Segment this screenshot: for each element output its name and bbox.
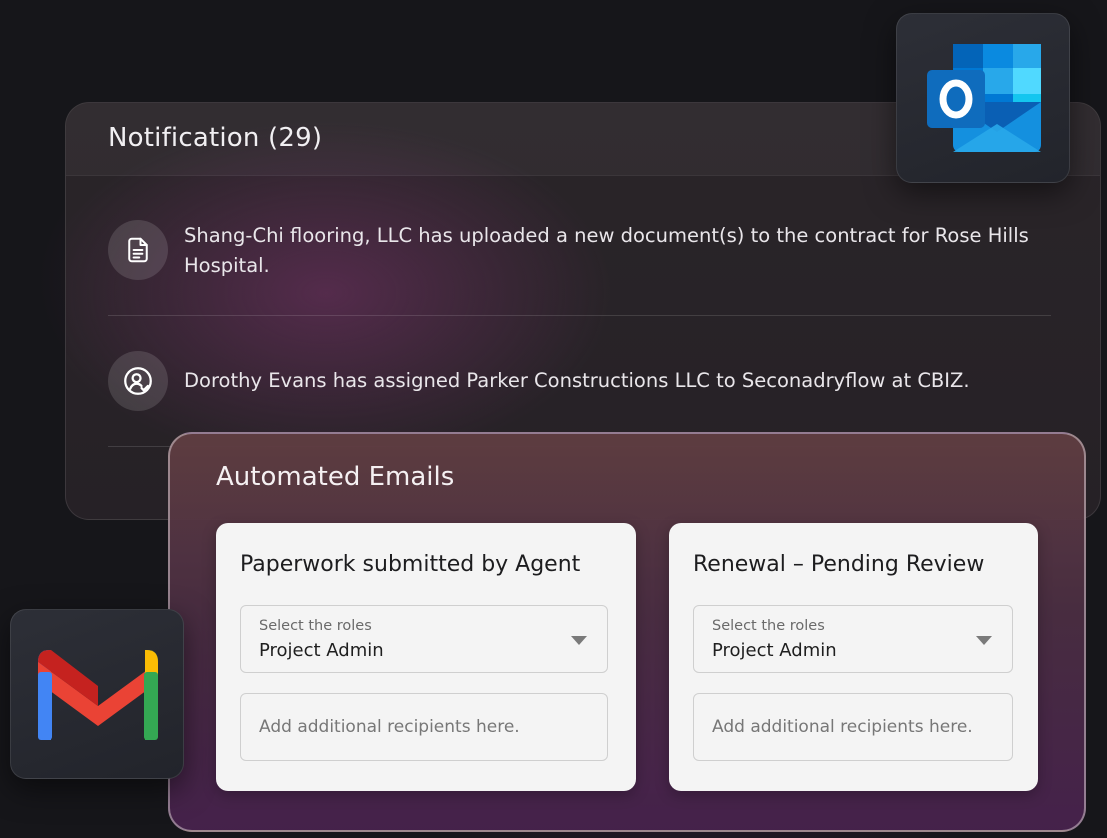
notification-text: Shang-Chi flooring, LLC has uploaded a n… bbox=[184, 224, 1029, 277]
automated-emails-title: Automated Emails bbox=[216, 462, 455, 492]
chevron-down-icon bbox=[976, 636, 992, 645]
outlook-app-tile[interactable] bbox=[896, 13, 1070, 183]
card-title: Renewal – Pending Review bbox=[693, 552, 985, 577]
select-value: Project Admin bbox=[259, 640, 384, 661]
user-assign-icon bbox=[108, 351, 168, 411]
gmail-logo-icon bbox=[38, 650, 158, 740]
recipients-input[interactable] bbox=[693, 693, 1013, 761]
email-card-paperwork: Paperwork submitted by Agent Select the … bbox=[216, 523, 636, 791]
card-title: Paperwork submitted by Agent bbox=[240, 552, 581, 577]
notification-item[interactable]: Dorothy Evans has assigned Parker Constr… bbox=[108, 351, 1051, 413]
outlook-logo-icon bbox=[927, 44, 1041, 152]
document-icon bbox=[108, 220, 168, 280]
select-label: Select the roles bbox=[712, 618, 825, 634]
notification-divider bbox=[108, 315, 1051, 316]
notification-text: Dorothy Evans has assigned Parker Constr… bbox=[184, 369, 970, 392]
select-label: Select the roles bbox=[259, 618, 372, 634]
chevron-down-icon bbox=[571, 636, 587, 645]
roles-select[interactable]: Select the roles Project Admin bbox=[240, 605, 608, 673]
automated-emails-panel: Automated Emails Paperwork submitted by … bbox=[168, 432, 1086, 832]
email-card-renewal: Renewal – Pending Review Select the role… bbox=[669, 523, 1038, 791]
notification-item[interactable]: Shang-Chi flooring, LLC has uploaded a n… bbox=[108, 220, 1051, 285]
select-value: Project Admin bbox=[712, 640, 837, 661]
gmail-app-tile[interactable] bbox=[10, 609, 184, 779]
roles-select[interactable]: Select the roles Project Admin bbox=[693, 605, 1013, 673]
recipients-input[interactable] bbox=[240, 693, 608, 761]
notification-title: Notification (29) bbox=[108, 123, 323, 153]
